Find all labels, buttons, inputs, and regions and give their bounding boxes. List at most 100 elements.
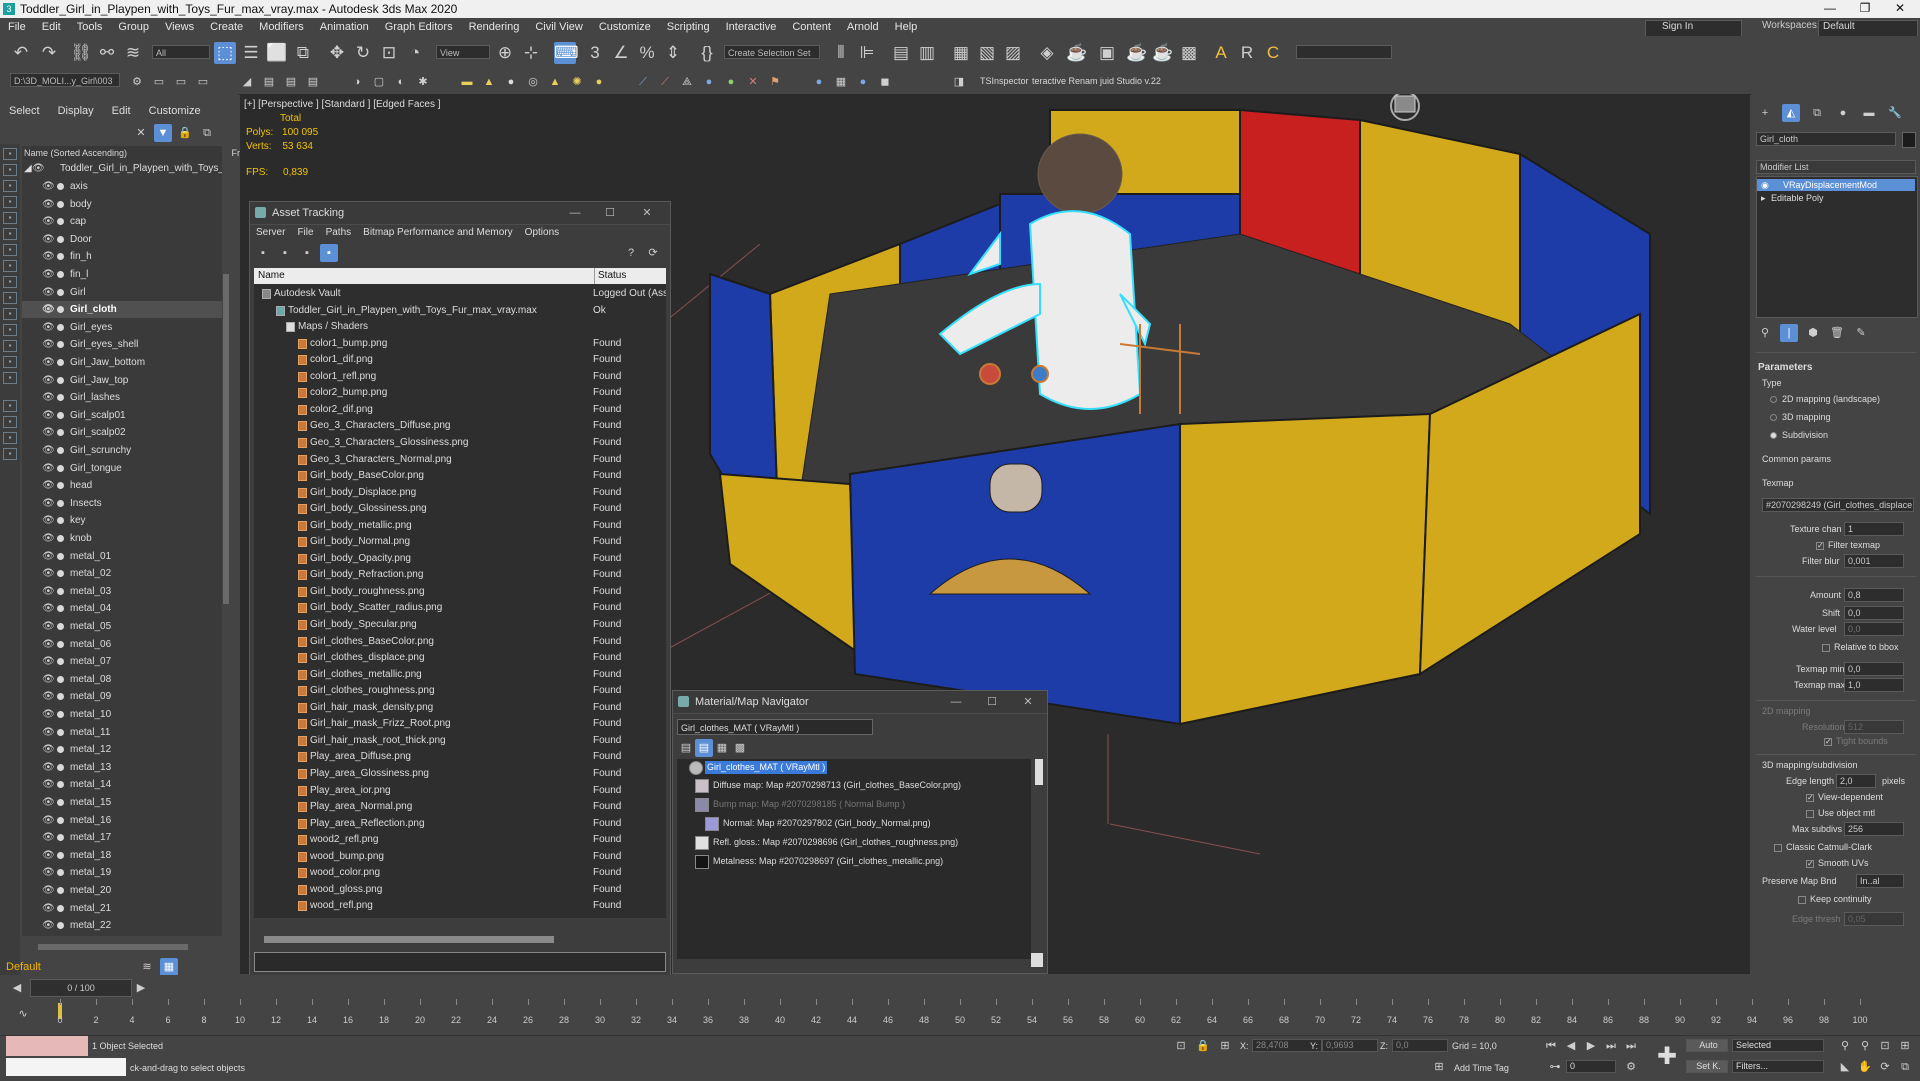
y-coord-field[interactable]: 0,9693 [1322, 1039, 1378, 1052]
window-crossing-icon[interactable]: ⧉ [292, 42, 314, 64]
eye-icon[interactable]: 👁 [42, 794, 55, 811]
list-item[interactable]: 👁 Girl_tongue [22, 460, 222, 477]
filters-button[interactable]: Filters... [1732, 1060, 1824, 1073]
use-object-mtl-checkbox[interactable] [1806, 810, 1814, 818]
select-manipulate-icon[interactable]: ⊹ [520, 42, 542, 64]
filter-shapes-icon[interactable]: ▪ [3, 164, 17, 176]
project-folder-dropdown[interactable]: D:\3D_MOLI...y_Girl\003 [10, 73, 120, 87]
resolution-spinner[interactable]: 512 [1844, 720, 1904, 734]
maximize-button[interactable]: ☐ [595, 202, 625, 224]
eye-icon[interactable]: 👁 [42, 196, 55, 213]
list-item[interactable]: 👁 Girl_lashes [22, 389, 222, 406]
explorer-horizontal-scrollbar[interactable] [38, 944, 188, 950]
filter-blur-spinner[interactable]: 0,001 [1844, 554, 1904, 568]
keyboard-shortcut-override-icon[interactable]: ⌨ [554, 42, 579, 64]
eye-icon[interactable]: 👁 [42, 847, 55, 864]
toggle-scene-explorer-icon[interactable]: ▤ [890, 42, 912, 64]
ribbon-icon[interactable]: ▦ [950, 42, 972, 64]
map-entry[interactable]: Diffuse map: Map #2070298713 (Girl_cloth… [713, 779, 961, 792]
tool-icon[interactable]: ▪ [276, 244, 294, 262]
list-item[interactable]: 👁 metal_18 [22, 847, 222, 864]
menu-arnold[interactable]: Arnold [839, 21, 887, 33]
field-of-view-icon[interactable]: ◣ [1836, 1058, 1854, 1076]
asset-col-name[interactable]: Name [258, 268, 285, 284]
eye-icon[interactable]: 👁 [42, 248, 55, 265]
next-frame-icon[interactable]: ▶ [132, 979, 150, 997]
folder-save-icon[interactable]: ▭ [194, 73, 212, 91]
table-row[interactable]: Girl_hair_mask_density.png Found [254, 700, 666, 717]
eye-icon[interactable]: 👁 [42, 336, 55, 353]
make-unique-icon[interactable]: ⬢ [1804, 324, 1822, 342]
asset-menu-paths[interactable]: Paths [320, 225, 358, 241]
eye-icon[interactable]: 👁 [42, 530, 55, 547]
list-item[interactable]: 👁 head [22, 477, 222, 494]
table-row[interactable]: Maps / Shaders [254, 319, 666, 336]
expand-icon[interactable]: ◢ [24, 160, 32, 177]
schematic-view-icon[interactable]: ▨ [1002, 42, 1024, 64]
eye-icon[interactable]: 👁 [42, 565, 55, 582]
eye-icon[interactable]: 👁 [42, 724, 55, 741]
eye-icon[interactable]: 👁 [32, 160, 45, 177]
eye-icon[interactable]: 👁 [42, 636, 55, 653]
table-row[interactable]: wood_bump.png Found [254, 849, 666, 866]
list-item[interactable]: 👁 Girl [22, 284, 222, 301]
show-end-result-icon[interactable]: | [1780, 324, 1798, 342]
map-entry[interactable]: Normal: Map #2070297802 (Girl_body_Norma… [723, 817, 931, 830]
vray-c-icon[interactable]: C [1262, 42, 1284, 64]
list-item[interactable]: 👁 metal_21 [22, 900, 222, 917]
radio-subdivision[interactable] [1770, 432, 1777, 439]
menu-graph-editors[interactable]: Graph Editors [377, 21, 461, 33]
preserve-map-bnd-dropdown[interactable]: In..al [1856, 874, 1904, 888]
map-entry[interactable]: Refl. gloss.: Map #2070298696 (Girl_clot… [713, 836, 958, 849]
list-item[interactable]: 👁 Girl_Jaw_top [22, 372, 222, 389]
folder-icon[interactable]: ▭ [150, 73, 168, 91]
amount-spinner[interactable]: 0,8 [1844, 588, 1904, 602]
table-row[interactable]: wood2_refl.png Found [254, 832, 666, 849]
tool-icon[interactable]: ● [722, 73, 740, 91]
table-row[interactable]: Girl_clothes_metallic.png Found [254, 667, 666, 684]
tool-icon[interactable]: ◎ [524, 73, 542, 91]
material-name-field[interactable]: Girl_clothes_MAT ( VRayMtl ) [677, 719, 873, 735]
filter-all-icon[interactable]: ▪ [3, 340, 17, 352]
filter-frozen-icon[interactable]: ▪ [3, 308, 17, 320]
tool-icon[interactable]: ▤ [260, 73, 278, 91]
display-icon[interactable]: ▬ [1860, 104, 1878, 122]
table-row[interactable]: color1_bump.png Found [254, 336, 666, 353]
menu-views[interactable]: Views [157, 21, 202, 33]
render-activeshade-icon[interactable]: ▩ [1178, 42, 1200, 64]
eye-icon[interactable]: 👁 [42, 372, 55, 389]
list-item[interactable]: 👁 knob [22, 530, 222, 547]
maxscript-listener[interactable] [6, 1036, 88, 1056]
light-icon[interactable]: ▲ [546, 73, 564, 91]
table-row[interactable]: Play_area_Reflection.png Found [254, 816, 666, 833]
explorer-scrollbar[interactable] [223, 274, 229, 604]
modifier-stack-item[interactable]: Editable Poly [1771, 193, 1824, 203]
filter-containers-icon[interactable]: ▪ [3, 292, 17, 304]
list-item[interactable]: 👁 metal_22 [22, 917, 222, 934]
close-icon[interactable]: ✕ [132, 124, 150, 142]
eye-icon[interactable]: 👁 [42, 671, 55, 688]
texmap-button[interactable]: #2070298249 (Girl_clothes_displace [1762, 498, 1914, 512]
ts-inspector-label[interactable]: TSInspector [980, 76, 1029, 86]
go-to-start-icon[interactable]: ⏮ [1542, 1037, 1560, 1055]
list-item[interactable]: 👁 metal_02 [22, 565, 222, 582]
table-row[interactable]: Girl_clothes_roughness.png Found [254, 683, 666, 700]
list-item[interactable]: 👁 metal_13 [22, 759, 222, 776]
list-item[interactable]: 👁 metal_06 [22, 636, 222, 653]
menu-tools[interactable]: Tools [69, 21, 111, 33]
edge-thresh-spinner[interactable]: 0,05 [1844, 912, 1904, 926]
tab-edit[interactable]: Edit [103, 102, 140, 120]
tool-icon[interactable]: ▢ [370, 73, 388, 91]
tool-icon[interactable]: ▪ [298, 244, 316, 262]
next-key-icon[interactable]: ⏭ [1602, 1037, 1620, 1055]
tight-bounds-checkbox[interactable]: ✓ [1824, 738, 1832, 746]
close-button[interactable]: ✕ [1880, 1, 1920, 15]
eye-icon[interactable]: 👁 [42, 389, 55, 406]
table-row[interactable]: Toddler_Girl_in_Playpen_with_Toys_Fur_ma… [254, 303, 666, 320]
key-filter-dropdown[interactable]: Selected [1732, 1039, 1824, 1052]
pan-icon[interactable]: ✋ [1856, 1058, 1874, 1076]
texmap-max-spinner[interactable]: 1,0 [1844, 678, 1904, 692]
dome-icon[interactable]: ● [590, 73, 608, 91]
sort-icon[interactable]: ▦ [160, 958, 178, 976]
render-iterative-icon[interactable]: ☕ [1152, 42, 1174, 64]
